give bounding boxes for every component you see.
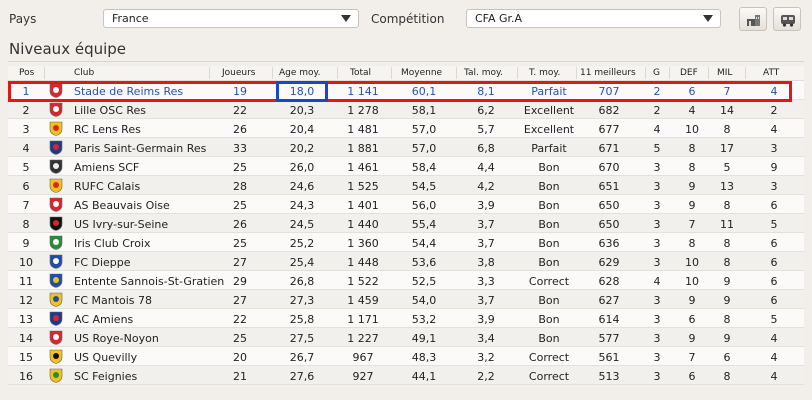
col-header-joueurs[interactable]: Joueurs bbox=[222, 68, 256, 78]
cell-att: 5 bbox=[770, 218, 778, 231]
club-name[interactable]: RC Lens Res bbox=[74, 123, 141, 136]
table-row[interactable]: Paris Saint-Germain Res 4 33 20,2 1 881 57,0 6… bbox=[8, 138, 804, 157]
club-name[interactable]: RUFC Calais bbox=[74, 180, 140, 193]
col-header-pos[interactable]: Pos bbox=[19, 68, 34, 78]
club-name[interactable]: Iris Club Croix bbox=[74, 237, 151, 250]
cell-att: 4 bbox=[770, 351, 778, 364]
cell-att: 9 bbox=[770, 161, 778, 174]
filter-bar: Pays France Compétition CFA Gr.A bbox=[0, 0, 812, 38]
table-row[interactable]: Amiens SCF 5 25 26,0 1 461 58,4 4,4 Bon 670 3 8 5 9 bbox=[8, 157, 804, 176]
competition-select-value: CFA Gr.A bbox=[475, 12, 523, 25]
pays-select[interactable]: France bbox=[103, 9, 359, 28]
pays-select-value: France bbox=[112, 12, 149, 25]
col-header-club[interactable]: Club bbox=[74, 68, 94, 78]
competition-select[interactable]: CFA Gr.A bbox=[466, 9, 721, 28]
table-row[interactable]: AS Beauvais Oise 7 25 24,3 1 401 56,0 3,9 Bon 65… bbox=[8, 195, 804, 214]
table-row[interactable]: FC Mantois 78 12 27 27,3 1 459 54,0 3,7 Bon 627 3… bbox=[8, 290, 804, 309]
chevron-down-icon bbox=[703, 15, 713, 22]
table-row[interactable]: SC Feignies 16 21 27,6 927 44,1 2,2 Correct 513 3… bbox=[8, 366, 804, 385]
cell-pos: 6 bbox=[22, 180, 30, 193]
table-row[interactable]: RC Lens Res 3 26 20,4 1 481 57,0 5,7 Excellent 6… bbox=[8, 119, 804, 138]
col-header-def[interactable]: DEF bbox=[680, 68, 698, 78]
club-name[interactable]: Paris Saint-Germain Res bbox=[74, 142, 206, 155]
team-level-table: Pos Club Joueurs Age moy. Total Moyenne … bbox=[8, 66, 804, 385]
club-name[interactable]: US Ivry-sur-Seine bbox=[74, 218, 168, 231]
cell-pos: 9 bbox=[22, 237, 30, 250]
table-row[interactable]: Stade de Reims Res 1 19 18,0 1 141 60,1 8,1 Par… bbox=[8, 81, 804, 100]
table-row[interactable]: Entente Sannois-St-Gratien 11 29 26,8 1 522 5… bbox=[8, 271, 804, 290]
col-header-11-meilleurs[interactable]: 11 meilleurs bbox=[580, 68, 636, 78]
club-name[interactable]: AC Amiens bbox=[74, 313, 133, 326]
cell-att: 6 bbox=[770, 237, 778, 250]
col-header-age[interactable]: Age moy. bbox=[279, 68, 320, 78]
col-header-moyenne[interactable]: Moyenne bbox=[401, 68, 442, 78]
cell-att: 6 bbox=[770, 256, 778, 269]
club-name[interactable]: SC Feignies bbox=[74, 370, 137, 383]
cell-pos: 2 bbox=[22, 104, 30, 117]
cell-att: 6 bbox=[770, 294, 778, 307]
cell-pos: 3 bbox=[22, 123, 30, 136]
cell-att: 4 bbox=[770, 123, 778, 136]
cell-att: 6 bbox=[770, 275, 778, 288]
cell-pos: 13 bbox=[19, 313, 33, 326]
cell-pos: 4 bbox=[22, 142, 30, 155]
pays-label: Pays bbox=[9, 12, 37, 26]
cell-att: 4 bbox=[770, 85, 778, 98]
club-name[interactable]: AS Beauvais Oise bbox=[74, 199, 170, 212]
club-name[interactable]: Lille OSC Res bbox=[74, 104, 146, 117]
cell-pos: 16 bbox=[19, 370, 33, 383]
club-name[interactable]: Amiens SCF bbox=[74, 161, 139, 174]
cell-att: 5 bbox=[770, 313, 778, 326]
cell-pos: 15 bbox=[19, 351, 33, 364]
section-title: Niveaux équipe bbox=[9, 40, 127, 58]
cell-att: 6 bbox=[770, 199, 778, 212]
cell-pos: 8 bbox=[22, 218, 30, 231]
cell-pos: 12 bbox=[19, 294, 33, 307]
table-row[interactable]: Lille OSC Res 2 22 20,3 1 278 58,1 6,2 Excellen… bbox=[8, 100, 804, 119]
table-row[interactable]: US Roye-Noyon 14 25 27,5 1 227 49,1 3,4 Bon 577 3… bbox=[8, 328, 804, 347]
cell-pos: 10 bbox=[19, 256, 33, 269]
stadium-button[interactable] bbox=[739, 7, 767, 31]
col-header-att[interactable]: ATT bbox=[763, 68, 779, 78]
club-name[interactable]: Stade de Reims Res bbox=[74, 85, 183, 98]
club-name[interactable]: US Roye-Noyon bbox=[74, 332, 159, 345]
table-row[interactable]: US Quevilly 15 20 26,7 967 48,3 3,2 Correct 561 3… bbox=[8, 347, 804, 366]
club-name[interactable]: FC Dieppe bbox=[74, 256, 131, 269]
club-name[interactable]: US Quevilly bbox=[74, 351, 137, 364]
col-header-g[interactable]: G bbox=[653, 68, 660, 78]
table-header: Pos Club Joueurs Age moy. Total Moyenne … bbox=[8, 66, 804, 81]
bus-icon bbox=[781, 15, 795, 27]
cell-att: 3 bbox=[770, 142, 778, 155]
cell-pos: 5 bbox=[22, 161, 30, 174]
col-header-total[interactable]: Total bbox=[350, 68, 371, 78]
col-header-mil[interactable]: MIL bbox=[717, 68, 732, 78]
competition-label: Compétition bbox=[371, 12, 445, 26]
cell-att: 3 bbox=[770, 180, 778, 193]
bus-button[interactable] bbox=[773, 7, 801, 31]
cell-pos: 7 bbox=[22, 199, 30, 212]
stadium-icon bbox=[747, 15, 760, 26]
chevron-down-icon bbox=[341, 15, 351, 22]
club-name[interactable]: FC Mantois 78 bbox=[74, 294, 152, 307]
table-row[interactable]: Iris Club Croix 9 25 25,2 1 360 54,4 3,7 Bon 636… bbox=[8, 233, 804, 252]
cell-pos: 1 bbox=[22, 85, 30, 98]
table-body: Stade de Reims Res 1 19 18,0 1 141 60,1 8,1 Par… bbox=[8, 81, 804, 385]
cell-att: 4 bbox=[770, 332, 778, 345]
table-row[interactable]: FC Dieppe 10 27 25,4 1 448 53,6 3,8 Bon 629 3 10 8 6 bbox=[8, 252, 804, 271]
divider bbox=[8, 61, 804, 62]
table-row[interactable]: AC Amiens 13 22 25,8 1 171 53,2 3,9 Bon 614 3 6 8 5 bbox=[8, 309, 804, 328]
table-row[interactable]: US Ivry-sur-Seine 8 26 24,5 1 440 55,4 3,7 Bon 6… bbox=[8, 214, 804, 233]
col-header-t-moy[interactable]: T. moy. bbox=[529, 68, 560, 78]
cell-att: 2 bbox=[770, 104, 778, 117]
cell-pos: 14 bbox=[19, 332, 33, 345]
cell-att: 4 bbox=[770, 370, 778, 383]
table-row[interactable]: RUFC Calais 6 28 24,6 1 525 54,5 4,2 Bon 651 3 9 13… bbox=[8, 176, 804, 195]
cell-pos: 11 bbox=[19, 275, 33, 288]
col-header-tal-moy[interactable]: Tal. moy. bbox=[464, 68, 503, 78]
